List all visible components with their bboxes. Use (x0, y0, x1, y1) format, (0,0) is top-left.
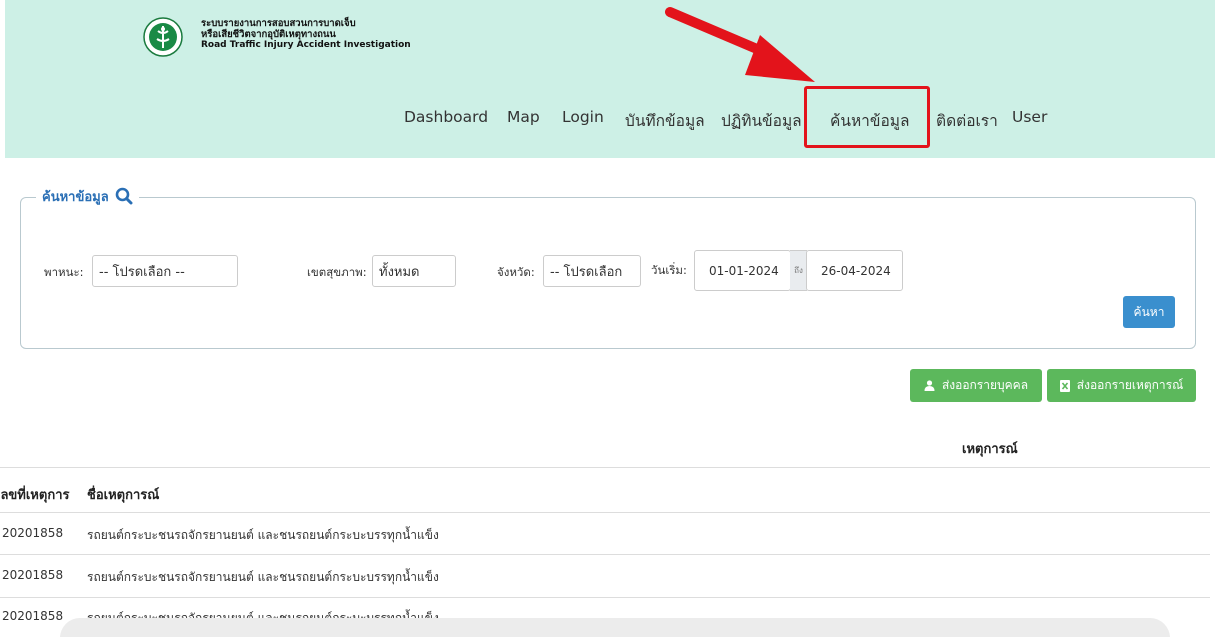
search-panel-title: ค้นหาข้อมูล (42, 189, 109, 205)
nav-dashboard[interactable]: Dashboard (404, 108, 488, 130)
nav-contact[interactable]: ติดต่อเรา (936, 108, 998, 130)
nav-record-data-label: บันทึกข้อมูล (625, 112, 705, 130)
table-divider (0, 512, 1210, 513)
table-title: เหตุการณ์ (962, 442, 1018, 457)
province-label: จังหวัด: (497, 265, 535, 279)
event-number-cell: 20201858 (2, 609, 64, 623)
end-date-input[interactable]: 26-04-2024 (806, 250, 903, 291)
nav-login-label: Login (562, 108, 604, 126)
red-arrow-icon (665, 7, 815, 82)
export-person-label: ส่งออกรายบุคคล (941, 378, 1029, 392)
excel-file-icon (1059, 379, 1070, 392)
nav-record-data[interactable]: บันทึกข้อมูล (625, 108, 705, 130)
nav-data-calendar-label: ปฏิทินข้อมูล (721, 112, 802, 130)
province-select[interactable]: -- โปรดเลือก (543, 255, 641, 287)
highlight-box (804, 86, 930, 148)
user-icon (924, 380, 935, 391)
column-header-event-no[interactable]: เลขที่เหตุการ (0, 484, 69, 505)
table-divider (0, 597, 1210, 598)
search-button[interactable]: ค้นหา (1123, 296, 1175, 328)
site-title-th-line2: หรือเสียชีวิตจากอุบัติเหตุทางถนน (201, 29, 336, 40)
vehicle-select[interactable]: -- โปรดเลือก -- (92, 255, 238, 287)
nav-data-calendar[interactable]: ปฏิทินข้อมูล (721, 108, 802, 130)
nav-map[interactable]: Map (507, 108, 540, 130)
site-brand[interactable]: ระบบรายงานการสอบสวนการบาดเจ็บ หรือเสียชี… (201, 18, 411, 51)
column-header-event-name[interactable]: ชื่อเหตุการณ์ (87, 484, 159, 505)
date-range-separator: ถึง (790, 250, 807, 291)
search-panel-legend: ค้นหาข้อมูล (36, 185, 139, 207)
event-number-cell: 20201858 (2, 526, 64, 540)
health-region-label: เขตสุขภาพ: (307, 265, 367, 279)
event-name-cell[interactable]: รถยนต์กระบะชนรถจักรยานยนต์ และชนรถยนต์กร… (87, 568, 439, 587)
table-divider (0, 554, 1210, 555)
health-region-select[interactable]: ทั้งหมด (372, 255, 456, 287)
start-date-input[interactable]: 01-01-2024 (694, 250, 791, 291)
ministry-seal-logo-icon (143, 17, 183, 57)
nav-contact-label: ติดต่อเรา (936, 112, 998, 130)
export-person-button[interactable]: ส่งออกรายบุคคล (910, 369, 1042, 402)
search-icon (115, 187, 133, 205)
start-date-label: วันเริ่ม: (651, 263, 687, 277)
nav-dashboard-label: Dashboard (404, 108, 489, 126)
site-title-th-line1: ระบบรายงานการสอบสวนการบาดเจ็บ (201, 18, 356, 29)
event-name-cell[interactable]: รถยนต์กระบะชนรถจักรยานยนต์ และชนรถยนต์กร… (87, 526, 439, 545)
nav-login[interactable]: Login (562, 108, 604, 130)
header-bar: ระบบรายงานการสอบสวนการบาดเจ็บ หรือเสียชี… (5, 0, 1215, 158)
site-title-en: Road Traffic Injury Accident Investigati… (201, 40, 411, 50)
nav-user-label: User (1012, 108, 1048, 126)
vehicle-label: พาหนะ: (44, 265, 84, 279)
event-number-cell: 20201858 (2, 568, 64, 582)
table-divider (0, 467, 1210, 468)
nav-map-label: Map (507, 108, 540, 126)
export-event-label: ส่งออกรายเหตุการณ์ (1076, 378, 1184, 392)
export-event-button[interactable]: ส่งออกรายเหตุการณ์ (1047, 369, 1196, 402)
nav-user[interactable]: User (1012, 108, 1047, 130)
bottom-overlay (60, 618, 1170, 637)
page: ระบบรายงานการสอบสวนการบาดเจ็บ หรือเสียชี… (0, 0, 1215, 637)
